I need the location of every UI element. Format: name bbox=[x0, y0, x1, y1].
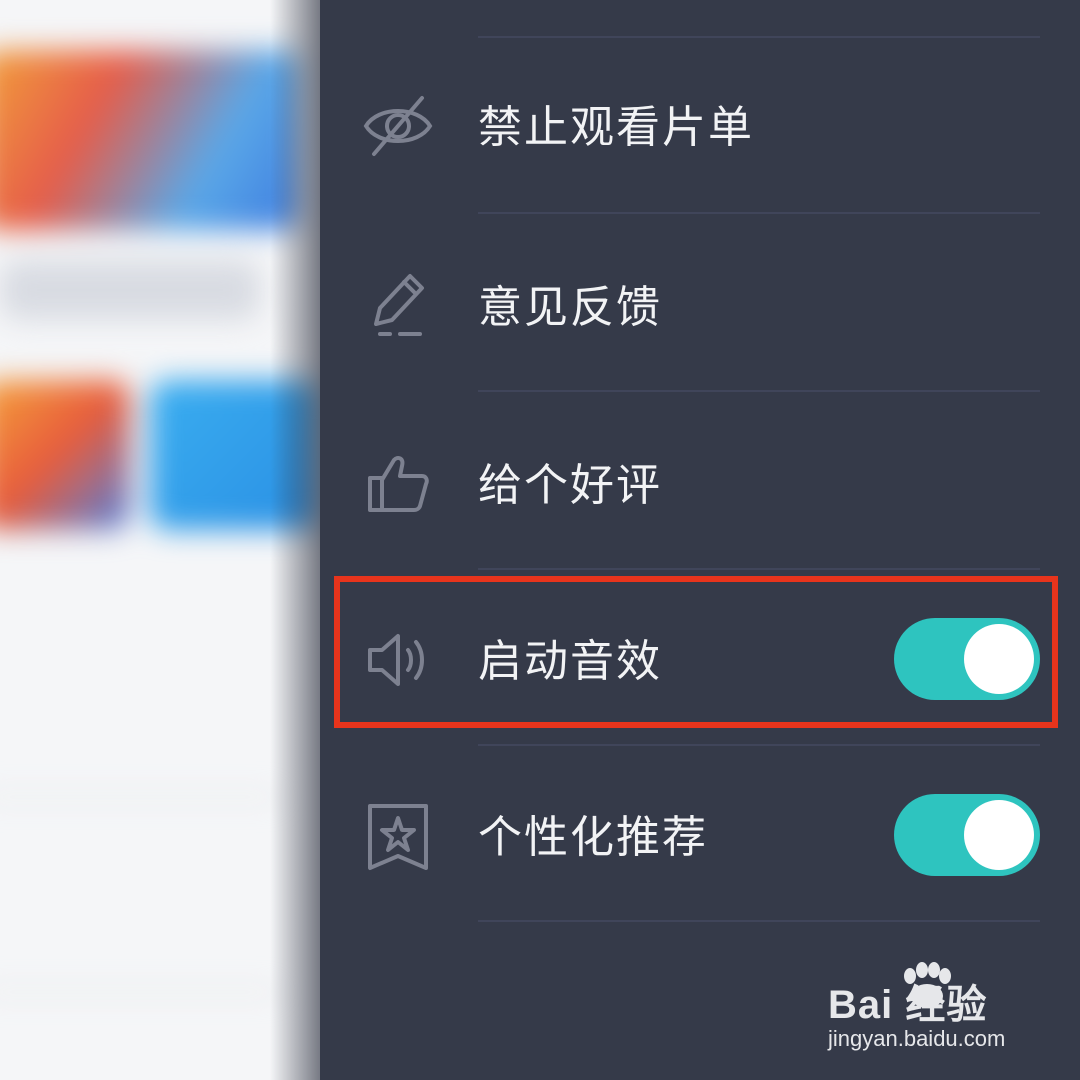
divider bbox=[478, 36, 1040, 38]
blurred-card-left bbox=[0, 380, 130, 530]
divider bbox=[478, 390, 1040, 392]
highlight-box bbox=[334, 576, 1058, 728]
blurred-banner bbox=[0, 50, 300, 230]
bookmark-star-icon bbox=[360, 798, 436, 874]
watermark-url: jingyan.baidu.com bbox=[828, 1026, 1006, 1051]
menu-item-label: 给个好评 bbox=[478, 460, 662, 511]
menu-item-block-watch-list[interactable]: 禁止观看片单 bbox=[320, 66, 1080, 186]
divider bbox=[478, 568, 1040, 570]
paw-icon bbox=[904, 962, 951, 1008]
divider bbox=[478, 212, 1040, 214]
toggle-knob bbox=[964, 800, 1034, 870]
baidu-jingyan-watermark: Bai 经验 jingyan.baidu.com bbox=[828, 960, 1028, 1060]
menu-item-rate[interactable]: 给个好评 bbox=[320, 424, 1080, 544]
personalized-recommendation-toggle[interactable] bbox=[894, 794, 1040, 876]
pencil-icon bbox=[360, 264, 436, 340]
eye-slash-icon bbox=[360, 88, 436, 164]
divider bbox=[478, 920, 1040, 922]
menu-item-personalized-recommendation: 个性化推荐 bbox=[320, 776, 1080, 896]
divider bbox=[478, 744, 1040, 746]
settings-drawer: 禁止观看片单 意见反馈 给个好评 启动音效 个性化推荐 bbox=[320, 0, 1080, 1080]
menu-item-label: 个性化推荐 bbox=[478, 812, 708, 863]
menu-item-label: 禁止观看片单 bbox=[478, 102, 754, 153]
blurred-text-line bbox=[0, 260, 260, 320]
menu-item-feedback[interactable]: 意见反馈 bbox=[320, 246, 1080, 366]
blurred-line-2 bbox=[0, 990, 280, 994]
thumbs-up-icon bbox=[360, 446, 436, 522]
menu-item-label: 意见反馈 bbox=[478, 282, 662, 333]
blurred-line bbox=[0, 795, 280, 799]
